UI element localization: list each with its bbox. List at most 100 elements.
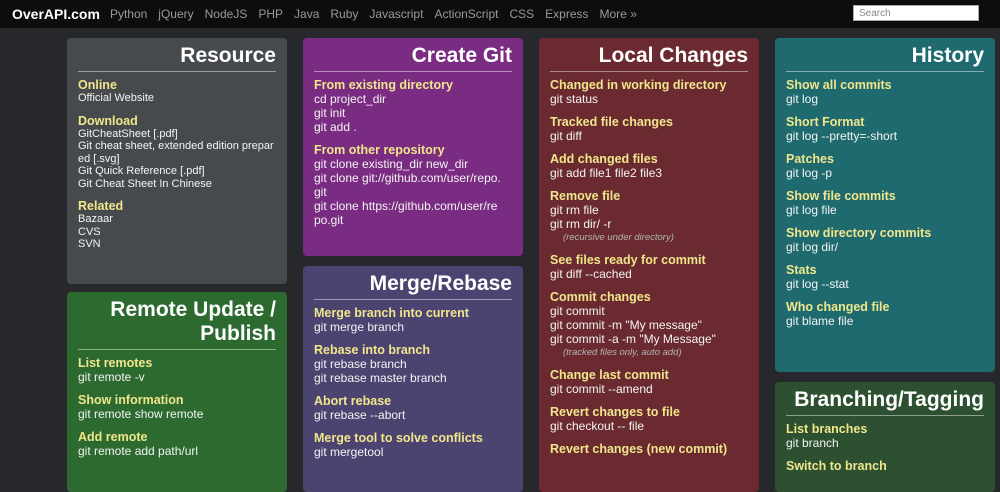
command: git rebase master branch xyxy=(314,371,447,386)
link-quick-reference[interactable]: Git Quick Reference [.pdf] xyxy=(78,165,276,178)
section-heading: List remotes xyxy=(78,356,153,371)
section-who-changed-file: Who changed file git blame file xyxy=(786,300,984,328)
link-cvs[interactable]: CVS xyxy=(78,226,276,239)
section-switch-to-branch: Switch to branch xyxy=(786,459,984,473)
section-heading: Show directory commits xyxy=(786,226,932,241)
section-heading: From existing directory xyxy=(314,78,453,93)
command: git branch xyxy=(786,436,839,451)
command: git diff --cached xyxy=(550,267,632,282)
nav-java[interactable]: Java xyxy=(294,7,319,21)
command: po.git xyxy=(314,213,344,228)
section-heading: Patches xyxy=(786,152,834,167)
section-heading: Change last commit xyxy=(550,368,669,383)
nav-css[interactable]: CSS xyxy=(509,7,534,21)
nav-javascript[interactable]: Javascript xyxy=(369,7,423,21)
section-from-existing-directory: From existing directory cd project_dir g… xyxy=(314,78,512,134)
command: git rebase --abort xyxy=(314,408,406,423)
section-heading: Commit changes xyxy=(550,290,651,305)
nav-jquery[interactable]: jQuery xyxy=(158,7,193,21)
section-heading: Show all commits xyxy=(786,78,892,93)
nav-actionscript[interactable]: ActionScript xyxy=(434,7,498,21)
resource-card: Resource Online Official Website Downloa… xyxy=(67,38,287,284)
nav-nodejs[interactable]: NodeJS xyxy=(205,7,248,21)
section-see-files-ready: See files ready for commit git diff --ca… xyxy=(550,253,748,281)
command: git remote add path/url xyxy=(78,444,199,459)
command: git commit xyxy=(550,304,605,319)
section-heading: Remove file xyxy=(550,189,621,204)
section-list-branches: List branches git branch xyxy=(786,422,984,450)
section-online: Online Official Website xyxy=(78,78,276,105)
link-chinese-cheatsheet[interactable]: Git Cheat Sheet In Chinese xyxy=(78,178,276,191)
top-navbar: OverAPI.com Python jQuery NodeJS PHP Jav… xyxy=(0,0,1000,28)
section-add-changed-files: Add changed files git add file1 file2 fi… xyxy=(550,152,748,180)
command: git xyxy=(314,185,327,200)
section-heading: Merge branch into current xyxy=(314,306,469,321)
link-svn[interactable]: SVN xyxy=(78,238,276,251)
section-heading: See files ready for commit xyxy=(550,253,706,268)
command: git add . xyxy=(314,120,357,135)
section-remove-file: Remove file git rm file git rm dir/ -r (… xyxy=(550,189,748,244)
link-official-website[interactable]: Official Website xyxy=(78,92,276,105)
section-rebase-into-branch: Rebase into branch git rebase branch git… xyxy=(314,343,512,385)
section-from-other-repository: From other repository git clone existing… xyxy=(314,143,512,227)
search-input[interactable] xyxy=(853,5,979,21)
command: git commit --amend xyxy=(550,382,653,397)
section-heading: Changed in working directory xyxy=(550,78,727,93)
command: git blame file xyxy=(786,314,854,329)
command-note: (tracked files only, auto add) xyxy=(563,347,682,359)
nav-ruby[interactable]: Ruby xyxy=(330,7,358,21)
command: git log -p xyxy=(786,166,833,181)
card-title: Branching/Tagging xyxy=(786,388,984,417)
section-revert-changes-to-file: Revert changes to file git checkout -- f… xyxy=(550,405,748,433)
merge-rebase-card: Merge/Rebase Merge branch into current g… xyxy=(303,266,523,492)
nav-php[interactable]: PHP xyxy=(258,7,283,21)
nav-python[interactable]: Python xyxy=(110,7,147,21)
command: git log dir/ xyxy=(786,240,839,255)
section-heading: Rebase into branch xyxy=(314,343,430,358)
section-heading: Related xyxy=(78,199,124,214)
command: git diff xyxy=(550,129,582,144)
create-git-card: Create Git From existing directory cd pr… xyxy=(303,38,523,256)
command: git log file xyxy=(786,203,837,218)
section-commit-changes: Commit changes git commit git commit -m … xyxy=(550,290,748,359)
section-heading: Revert changes to file xyxy=(550,405,680,420)
local-changes-card: Local Changes Changed in working directo… xyxy=(539,38,759,492)
section-heading: Tracked file changes xyxy=(550,115,673,130)
card-title: Local Changes xyxy=(550,44,748,73)
section-change-last-commit: Change last commit git commit --amend xyxy=(550,368,748,396)
link-extended-cheatsheet-cont[interactable]: ed [.svg] xyxy=(78,153,276,166)
section-heading: Merge tool to solve conflicts xyxy=(314,431,483,446)
command: git commit -a -m "My Message" xyxy=(550,332,716,347)
section-show-information: Show information git remote show remote xyxy=(78,393,276,421)
branching-tagging-card: Branching/Tagging List branches git bran… xyxy=(775,382,995,492)
command: git clone existing_dir new_dir xyxy=(314,157,469,172)
card-title-line2: Publish xyxy=(200,322,276,346)
command: git rebase branch xyxy=(314,357,407,372)
command: git rm file xyxy=(550,203,599,218)
section-heading: Add changed files xyxy=(550,152,658,167)
command: git remote -v xyxy=(78,370,145,385)
link-git-cheatsheet[interactable]: GitCheatSheet [.pdf] xyxy=(78,128,276,141)
site-logo[interactable]: OverAPI.com xyxy=(12,6,100,22)
command: git commit -m "My message" xyxy=(550,318,702,333)
section-heading: List branches xyxy=(786,422,868,437)
section-tracked-file-changes: Tracked file changes git diff xyxy=(550,115,748,143)
nav-more[interactable]: More » xyxy=(600,7,637,21)
language-nav: Python jQuery NodeJS PHP Java Ruby Javas… xyxy=(110,7,648,21)
section-heading: Show information xyxy=(78,393,184,408)
command: git clone git://github.com/user/repo. xyxy=(314,171,501,186)
section-show-file-commits: Show file commits git log file xyxy=(786,189,984,217)
section-download: Download GitCheatSheet [.pdf] Git cheat … xyxy=(78,114,276,191)
card-title: Create Git xyxy=(314,44,512,73)
section-merge-branch: Merge branch into current git merge bran… xyxy=(314,306,512,334)
link-bazaar[interactable]: Bazaar xyxy=(78,213,276,226)
section-heading: Switch to branch xyxy=(786,459,887,474)
section-show-directory-commits: Show directory commits git log dir/ xyxy=(786,226,984,254)
link-extended-cheatsheet[interactable]: Git cheat sheet, extended edition prepar xyxy=(78,140,276,153)
command: git merge branch xyxy=(314,320,405,335)
section-heading: Revert changes (new commit) xyxy=(550,442,728,457)
nav-express[interactable]: Express xyxy=(545,7,588,21)
section-heading: From other repository xyxy=(314,143,445,158)
card-title: History xyxy=(786,44,984,73)
section-merge-tool: Merge tool to solve conflicts git merget… xyxy=(314,431,512,459)
